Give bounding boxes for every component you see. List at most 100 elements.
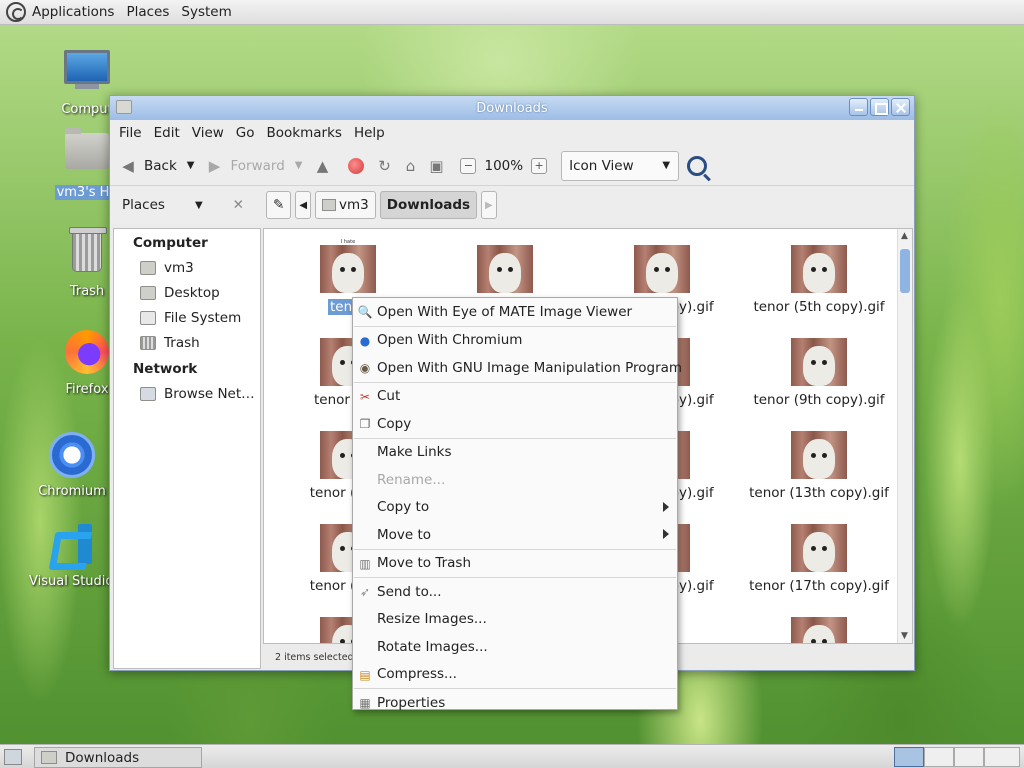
menu-view[interactable]: View	[192, 125, 224, 141]
ctx-resize-images[interactable]: Resize Images...	[353, 606, 677, 634]
desktop-icon-vscode[interactable]: Visual Studio C	[27, 520, 127, 589]
desktop-icon-label: Comput	[61, 102, 113, 117]
search-icon[interactable]	[687, 155, 708, 176]
back-button[interactable]: ◀ Back	[118, 156, 177, 176]
ctx-make-links[interactable]: Make Links	[353, 439, 677, 467]
ctx-open-with-chromium[interactable]: ● Open With Chromium	[353, 327, 677, 355]
file-item[interactable]	[430, 239, 580, 299]
properties-icon: ▦	[359, 696, 371, 710]
sidebar-heading-computer: Computer	[133, 235, 208, 251]
stop-icon[interactable]	[348, 157, 365, 174]
sidebar-item-label: Browse Net…	[164, 385, 255, 402]
ctx-properties[interactable]: ▦ Properties	[353, 689, 677, 717]
sidebar-item-desktop[interactable]: Desktop	[114, 280, 260, 305]
submenu-arrow-icon	[663, 501, 669, 512]
sidebar-item-browse-network[interactable]: Browse Net…	[114, 381, 260, 406]
file-name: tenor (13th copy).gif	[749, 485, 889, 501]
back-label: Back	[144, 157, 177, 174]
path-button-downloads[interactable]: Downloads	[379, 191, 478, 219]
path-scroll-right-button[interactable]: ▶	[481, 191, 497, 219]
ctx-label: Open With GNU Image Manipulation Program	[377, 359, 683, 376]
file-item[interactable]: tenor (17th copy).gif	[744, 518, 894, 594]
view-mode-select[interactable]: Icon View ▼	[561, 150, 680, 181]
ctx-open-with-gimp[interactable]: ◉ Open With GNU Image Manipulation Progra…	[353, 354, 682, 382]
back-history-dropdown[interactable]: ▼	[187, 160, 195, 171]
mate-logo-icon[interactable]	[6, 2, 26, 22]
home-icon[interactable]: ⌂	[400, 156, 420, 176]
computer-icon[interactable]: ▣	[426, 156, 446, 176]
workspace-2[interactable]	[924, 747, 954, 767]
ctx-move-to[interactable]: Move to	[353, 521, 677, 549]
ctx-label: Copy to	[377, 499, 430, 516]
reload-icon[interactable]: ↻	[374, 156, 394, 176]
ctx-label: Open With Eye of MATE Image Viewer	[377, 303, 633, 320]
edit-location-button[interactable]: ✎	[266, 191, 292, 219]
show-desktop-icon[interactable]	[4, 749, 22, 765]
zoom-out-button[interactable]: −	[460, 157, 477, 174]
menu-bookmarks[interactable]: Bookmarks	[267, 125, 342, 141]
taskbar-item-downloads[interactable]: Downloads	[34, 747, 202, 768]
close-button[interactable]	[891, 98, 910, 116]
up-arrow-icon[interactable]: ▲	[312, 156, 332, 176]
chromium-icon: ●	[359, 333, 371, 348]
submenu-arrow-icon	[663, 529, 669, 539]
ctx-move-to-trash[interactable]: ▥ Move to Trash	[353, 550, 677, 578]
folder-icon	[116, 100, 132, 114]
ctx-compress[interactable]: ▤ Compress...	[353, 661, 677, 689]
trash-icon	[140, 335, 156, 350]
sidebar-item-vm3[interactable]: vm3	[114, 255, 260, 280]
ctx-label: Open With Chromium	[377, 332, 523, 349]
workspace-4[interactable]	[984, 747, 1020, 767]
path-scroll-left-button[interactable]: ◀	[295, 191, 312, 219]
scissors-icon: ✂	[359, 389, 371, 404]
workspace-1[interactable]	[894, 747, 924, 767]
gimp-icon: ◉	[359, 361, 371, 375]
workspace-3[interactable]	[954, 747, 984, 767]
vertical-scrollbar[interactable]: ▲ ▼	[897, 229, 912, 643]
close-sidebar-icon[interactable]: ✕	[233, 197, 244, 213]
window-titlebar[interactable]: Downloads	[110, 96, 914, 120]
menu-file[interactable]: File	[119, 125, 142, 141]
location-bar: Places ▼ ✕ ✎ ◀ vm3 Downloads ▶	[110, 186, 914, 224]
drive-icon	[140, 310, 156, 325]
scroll-up-icon[interactable]: ▲	[901, 231, 908, 241]
sidebar-item-file-system[interactable]: File System	[114, 305, 260, 330]
scroll-thumb[interactable]	[900, 249, 910, 293]
file-item[interactable]: tenor (13th copy).gif	[744, 425, 894, 501]
gif-thumbnail-icon	[634, 239, 690, 293]
menu-edit[interactable]: Edit	[154, 125, 180, 141]
file-item[interactable]: tenor (5th copy).gif	[744, 239, 894, 315]
home-folder-icon	[63, 128, 111, 181]
scroll-down-icon[interactable]: ▼	[901, 631, 908, 641]
desktop-icon-chromium[interactable]: Chromium	[27, 430, 117, 499]
menu-places[interactable]: Places	[126, 4, 169, 20]
sidebar-item-label: File System	[164, 309, 242, 326]
path-button-vm3[interactable]: vm3	[315, 191, 376, 219]
menu-help[interactable]: Help	[354, 125, 385, 141]
minimize-button[interactable]	[849, 98, 868, 116]
sidebar-item-trash[interactable]: Trash	[114, 330, 260, 355]
ctx-label: Send to...	[377, 583, 442, 600]
window-controls	[849, 98, 910, 116]
file-item[interactable]	[744, 611, 894, 643]
forward-button[interactable]: ▶ Forward	[204, 156, 285, 176]
ctx-cut[interactable]: ✂ Cut	[353, 383, 677, 411]
forward-history-dropdown[interactable]: ▼	[295, 160, 303, 171]
menu-applications[interactable]: Applications	[32, 4, 114, 20]
sidebar-places-select[interactable]: Places ▼ ✕	[110, 197, 254, 213]
ctx-rotate-images[interactable]: Rotate Images...	[353, 633, 677, 661]
zoom-in-button[interactable]: +	[531, 157, 548, 174]
folder-icon	[41, 751, 57, 764]
chevron-down-icon: ▼	[194, 199, 203, 211]
file-item[interactable]: tenor (9th copy).gif	[744, 332, 894, 408]
ctx-copy[interactable]: ❐ Copy	[353, 410, 677, 438]
ctx-send-to[interactable]: ➶ Send to...	[353, 578, 677, 606]
ctx-copy-to[interactable]: Copy to	[353, 494, 677, 522]
menu-go[interactable]: Go	[236, 125, 255, 141]
thumb-caption: I hate	[340, 239, 356, 245]
maximize-button[interactable]	[870, 98, 889, 116]
ctx-open-with-eom[interactable]: 🔍 Open With Eye of MATE Image Viewer	[353, 298, 677, 326]
desktop-icon-label: Firefox	[65, 382, 109, 397]
ctx-label: Move to	[377, 526, 432, 543]
menu-system[interactable]: System	[181, 4, 231, 20]
